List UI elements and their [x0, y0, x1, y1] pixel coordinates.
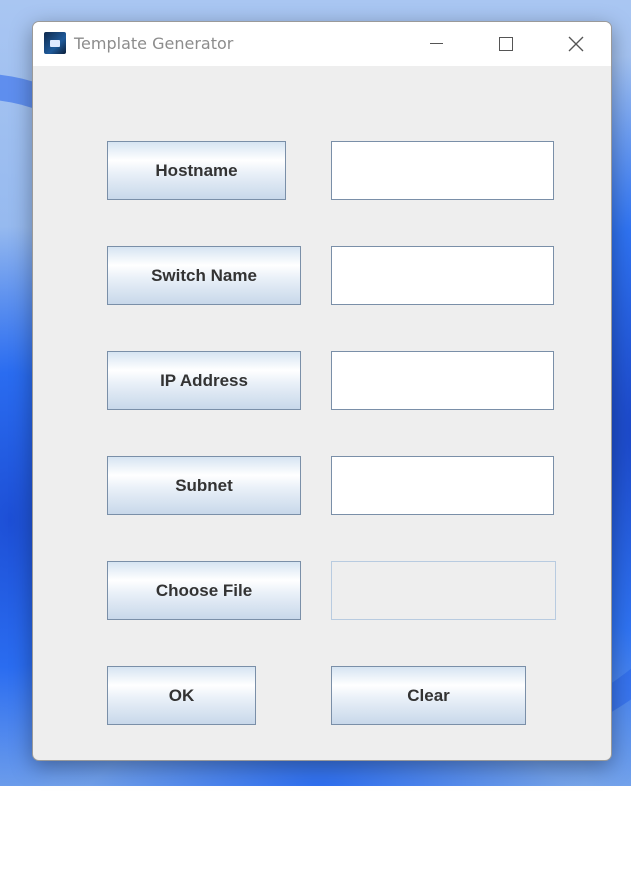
chosen-file-field — [331, 561, 556, 620]
maximize-button[interactable] — [483, 22, 529, 66]
switch-name-input[interactable] — [331, 246, 554, 305]
close-button[interactable] — [553, 22, 599, 66]
template-generator-window: Template Generator Hostname Switch Name … — [32, 21, 612, 761]
ip-address-button[interactable]: IP Address — [107, 351, 301, 410]
hostname-button[interactable]: Hostname — [107, 141, 286, 200]
choose-file-button[interactable]: Choose File — [107, 561, 301, 620]
subnet-input[interactable] — [331, 456, 554, 515]
clear-button[interactable]: Clear — [331, 666, 526, 725]
app-icon — [44, 32, 66, 54]
title-bar[interactable]: Template Generator — [33, 22, 611, 66]
hostname-input[interactable] — [331, 141, 554, 200]
window-title: Template Generator — [74, 34, 234, 53]
switch-name-button[interactable]: Switch Name — [107, 246, 301, 305]
subnet-button[interactable]: Subnet — [107, 456, 301, 515]
ip-address-input[interactable] — [331, 351, 554, 410]
minimize-button[interactable] — [413, 22, 459, 66]
ok-button[interactable]: OK — [107, 666, 256, 725]
close-icon — [568, 36, 584, 52]
